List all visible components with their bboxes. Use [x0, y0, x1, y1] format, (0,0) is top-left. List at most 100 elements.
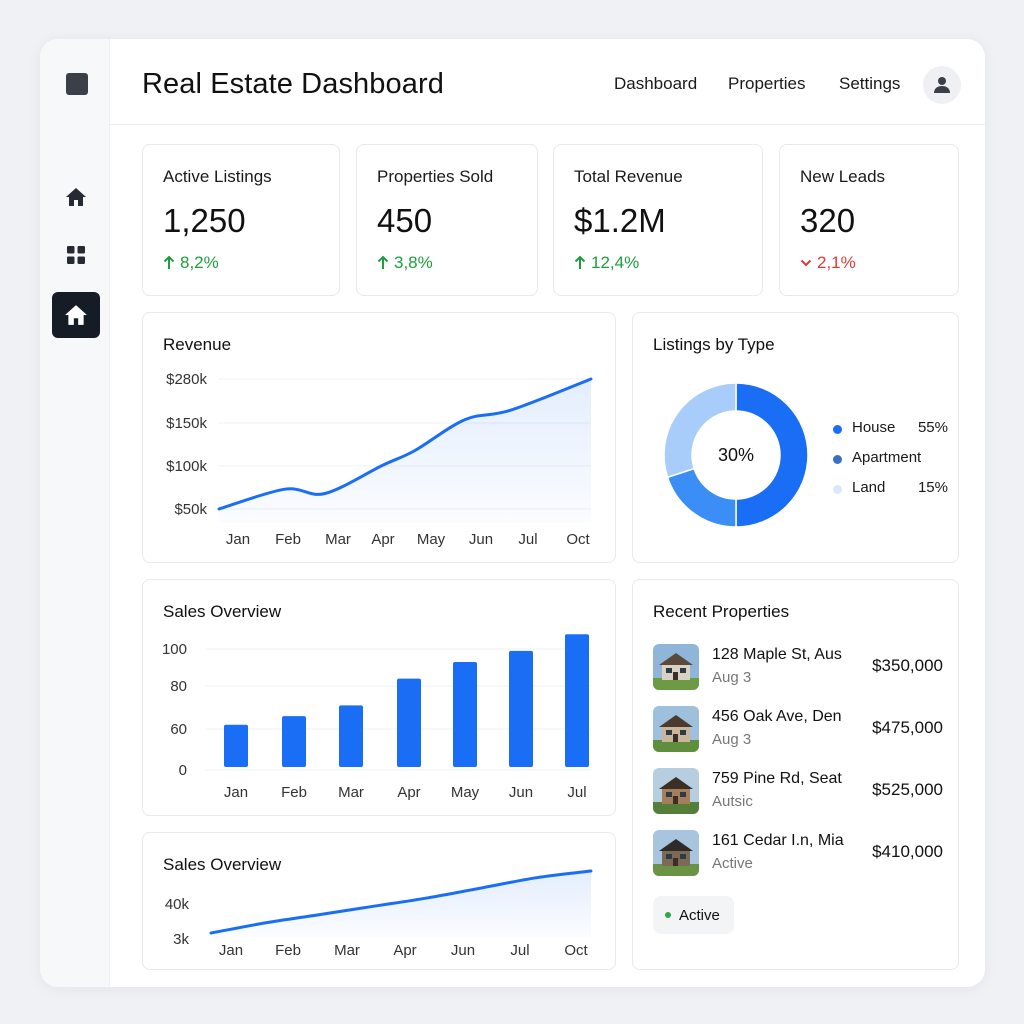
listings-donut-chart: 30% — [663, 382, 809, 528]
stat-change-value: 2,1% — [817, 253, 856, 272]
donut-legend: House 55% Apartment Land 15% — [833, 419, 948, 509]
property-price: $350,000 — [872, 656, 943, 675]
x-tick-label: Feb — [275, 531, 301, 548]
stat-value: 450 — [377, 202, 433, 239]
property-price: $475,000 — [872, 718, 943, 737]
property-thumbnail — [653, 768, 699, 814]
stat-value: $1.2M — [574, 202, 666, 239]
stat-label: Total Revenue — [574, 167, 683, 186]
property-subtitle: Aug 3 — [712, 731, 752, 748]
stat-value: 320 — [800, 202, 856, 239]
y-tick-label: 40k — [165, 896, 190, 913]
legend-item-land: Land 15% — [833, 479, 948, 509]
stat-change-value: 12,4% — [591, 253, 640, 272]
recent-properties-card: Recent Properties 128 Maple St, Aus Aug … — [632, 579, 959, 970]
list-item[interactable]: 759 Pine Rd, Seat Autsic $525,000 — [653, 766, 943, 818]
sidebar-home-button[interactable] — [52, 174, 100, 220]
stat-change: 2,1% — [800, 253, 856, 273]
x-tick-label: Jul — [510, 942, 529, 959]
legend-value: 55% — [917, 419, 948, 436]
stat-value: 1,250 — [163, 202, 246, 239]
property-address: 161 Cedar I.n, Mia — [712, 832, 844, 849]
x-tick-label: Mar — [338, 784, 364, 801]
page-title: Real Estate Dashboard — [142, 68, 444, 100]
property-address: 128 Maple St, Aus — [712, 646, 842, 663]
list-item[interactable]: 161 Cedar I.n, Mia Active $410,000 — [653, 828, 943, 880]
x-tick-label: Jan — [226, 531, 250, 548]
revenue-chart: $280k $150k $100k $50k Jan Feb Mar Apr May Jun Jul… — [166, 371, 593, 548]
property-thumbnail — [653, 830, 699, 876]
sidebar-grid-button[interactable] — [52, 232, 100, 278]
list-item[interactable]: 128 Maple St, Aus Aug 3 $350,000 — [653, 642, 943, 694]
legend-swatch — [833, 485, 842, 494]
house-image-icon — [653, 644, 699, 690]
status-dot-icon — [665, 912, 671, 918]
nav-properties-link[interactable]: Properties — [728, 74, 805, 94]
legend-swatch — [833, 455, 842, 464]
x-tick-label: Mar — [334, 942, 360, 959]
y-tick-label: $50k — [174, 501, 207, 518]
y-tick-label: $150k — [166, 415, 207, 432]
bar-mar — [339, 705, 363, 767]
bar-apr — [397, 678, 421, 767]
stat-label: Properties Sold — [377, 167, 494, 186]
x-tick-label: Feb — [281, 784, 307, 801]
x-tick-label: Feb — [275, 942, 301, 959]
stat-change: 12,4% — [574, 253, 639, 273]
sales-area — [211, 871, 591, 937]
sales-line-chart: 40k 3k Jan Feb Mar Apr Jun Jul Oct — [165, 869, 593, 959]
house-image-icon — [653, 768, 699, 814]
x-tick-label: May — [451, 784, 480, 801]
status-filter-pill[interactable]: Active — [653, 896, 734, 934]
home-icon — [65, 305, 87, 325]
avatar[interactable] — [923, 66, 961, 104]
property-subtitle: Aug 3 — [712, 669, 752, 686]
nav-dashboard-link[interactable]: Dashboard — [614, 74, 697, 94]
x-tick-label: Jun — [451, 942, 475, 959]
listings-by-type-card: Listings by Type 30% House 55% Apartment… — [632, 312, 959, 563]
stat-change: 8,2% — [163, 253, 219, 273]
square-logo-icon — [66, 73, 88, 95]
dashboard-window: Real Estate Dashboard Dashboard Properti… — [40, 39, 985, 987]
bar-jul — [565, 634, 589, 767]
stat-label: Active Listings — [163, 167, 272, 186]
stat-card-properties-sold: Properties Sold 450 3,8% — [356, 144, 538, 296]
stat-label: New Leads — [800, 167, 886, 186]
legend-item-apartment: Apartment — [833, 449, 948, 479]
property-subtitle: Autsic — [712, 793, 753, 810]
legend-value: 15% — [917, 479, 948, 496]
grid-icon — [67, 246, 85, 264]
home-icon — [66, 188, 86, 206]
property-thumbnail — [653, 706, 699, 752]
legend-label: Apartment — [852, 449, 922, 466]
sidebar-dashboard-button[interactable] — [52, 292, 100, 338]
y-tick-label: 60 — [170, 721, 187, 738]
bar-feb — [282, 716, 306, 767]
card-title: Recent Properties — [653, 602, 790, 621]
sales-overview-bar-card: Sales Overview 100 80 60 0 Jan Feb Mar Apr May Ju… — [142, 579, 616, 816]
x-tick-label: Oct — [564, 942, 588, 959]
x-tick-label: Oct — [566, 531, 590, 548]
y-tick-label: $100k — [166, 458, 207, 475]
nav-settings-link[interactable]: Settings — [839, 74, 900, 94]
stat-card-total-revenue: Total Revenue $1.2M 12,4% — [553, 144, 763, 296]
stat-card-active-listings: Active Listings 1,250 8,2% — [142, 144, 340, 296]
stat-card-new-leads: New Leads 320 2,1% — [779, 144, 959, 296]
house-image-icon — [653, 706, 699, 752]
y-tick-label: 0 — [179, 762, 187, 779]
pill-label: Active — [679, 906, 720, 924]
legend-label: House — [852, 419, 896, 436]
x-tick-label: Apr — [371, 531, 394, 548]
property-subtitle: Active — [712, 855, 753, 872]
y-tick-label: 3k — [173, 931, 189, 948]
x-tick-label: Apr — [397, 784, 420, 801]
x-tick-label: Jan — [219, 942, 243, 959]
sidebar — [40, 39, 110, 987]
x-tick-label: Jan — [224, 784, 248, 801]
x-tick-label: Jul — [567, 784, 586, 801]
legend-swatch — [833, 425, 842, 434]
sales-overview-line-card: Sales Overview 40k 3k Jan Feb Mar Apr Jun Jul Oc… — [142, 832, 616, 970]
house-image-icon — [653, 830, 699, 876]
legend-item-house: House 55% — [833, 419, 948, 449]
list-item[interactable]: 456 Oak Ave, Den Aug 3 $475,000 — [653, 704, 943, 756]
